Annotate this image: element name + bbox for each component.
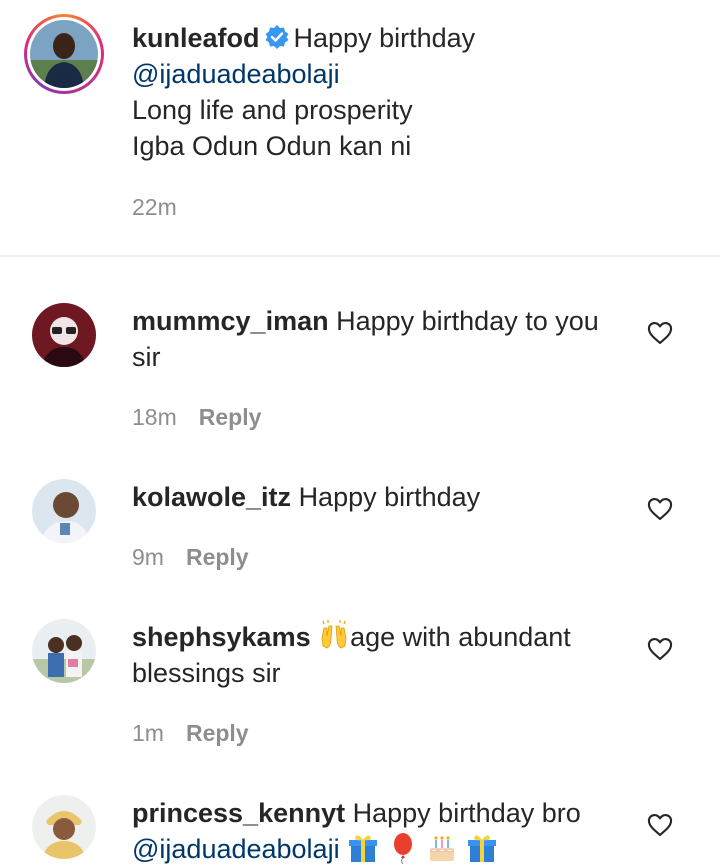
balloon-icon: [393, 833, 412, 864]
username[interactable]: princess_kennyt: [132, 798, 345, 828]
divider: [0, 255, 720, 257]
comment-kunleafod: kunleafod Happy birthday @ijaduadeabolaji…: [132, 20, 475, 164]
avatar-kunleafod[interactable]: [30, 20, 98, 88]
timestamp: 9m: [132, 544, 164, 570]
heart-outline-icon[interactable]: [646, 319, 674, 347]
timestamp: 1m: [132, 720, 164, 746]
comment-text: sir: [132, 342, 161, 372]
comment-meta: 22m: [132, 194, 177, 221]
heart-outline-icon[interactable]: [646, 635, 674, 663]
comment-shephsykams: shephsykams age with abundant blessings …: [132, 619, 571, 691]
username[interactable]: mummcy_iman: [132, 306, 329, 336]
verified-badge-icon: [265, 25, 289, 49]
comment-text: Happy birthday: [293, 23, 476, 53]
comment-text: Happy birthday: [298, 482, 481, 512]
avatar-mummcy_iman[interactable]: [32, 303, 96, 367]
reply-button[interactable]: Reply: [199, 404, 262, 430]
username[interactable]: kolawole_itz: [132, 482, 291, 512]
reply-button[interactable]: Reply: [186, 720, 249, 746]
birthday-cake-icon: [429, 836, 455, 861]
raising-hands-icon: [321, 620, 347, 649]
comment-text: Happy birthday bro: [352, 798, 581, 828]
avatar-shephsykams[interactable]: [32, 619, 96, 683]
story-ring[interactable]: [24, 14, 104, 94]
comment-meta: 18m Reply: [132, 404, 261, 431]
gift-icon: [467, 835, 496, 862]
comment-text: Happy birthday to you: [336, 306, 599, 336]
gift-icon: [349, 835, 378, 862]
comment-text: Long life and prosperity: [132, 95, 413, 125]
comment-meta: 9m Reply: [132, 544, 249, 571]
avatar-kolawole_itz[interactable]: [32, 479, 96, 543]
reply-button[interactable]: Reply: [186, 544, 249, 570]
username[interactable]: kunleafod: [132, 23, 260, 53]
comment-text: blessings sir: [132, 658, 281, 688]
mention-link[interactable]: @ijaduadeabolaji: [132, 56, 475, 92]
avatar-princess_kennyt[interactable]: [32, 795, 96, 859]
timestamp: 18m: [132, 404, 177, 430]
comment-kolawole_itz: kolawole_itz Happy birthday: [132, 479, 480, 515]
username[interactable]: shephsykams: [132, 622, 311, 652]
comment-mummcy_iman: mummcy_iman Happy birthday to you sir: [132, 303, 599, 375]
heart-outline-icon[interactable]: [646, 495, 674, 523]
heart-outline-icon[interactable]: [646, 811, 674, 839]
mention-link[interactable]: @ijaduadeabolaji: [132, 834, 340, 864]
timestamp: 22m: [132, 194, 177, 220]
comment-princess_kennyt: princess_kennyt Happy birthday bro @ijad…: [132, 795, 581, 867]
comment-text: age with abundant: [350, 622, 571, 652]
comment-meta: 1m Reply: [132, 720, 249, 747]
comment-text: Igba Odun Odun kan ni: [132, 131, 412, 161]
